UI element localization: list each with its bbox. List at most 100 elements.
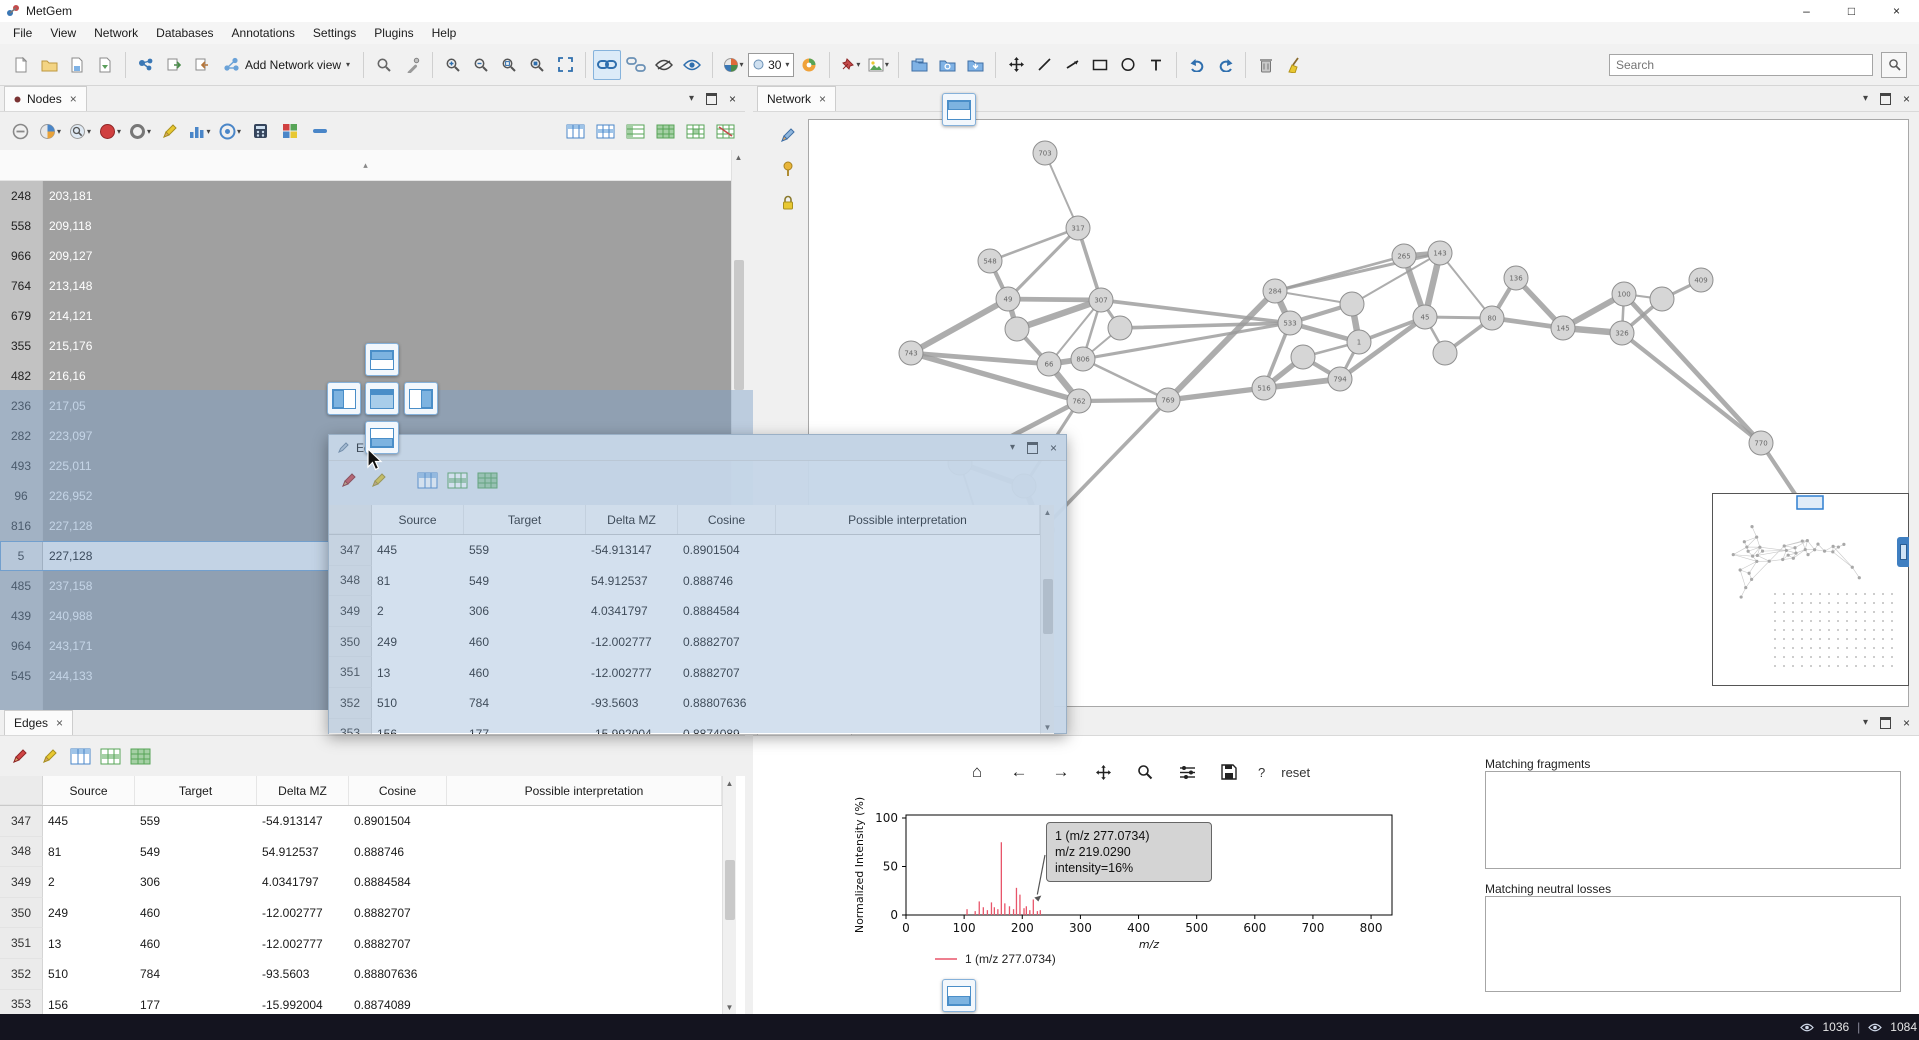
dock-menu-icon[interactable]: ▾ (1010, 442, 1015, 453)
cell-delta[interactable]: -12.002777 (257, 898, 349, 929)
column-header[interactable]: Possible interpretation (776, 505, 1040, 534)
cell-num[interactable]: 348 (329, 566, 372, 597)
plot-column-button[interactable]: ▾ (188, 118, 212, 144)
cell-interp[interactable] (447, 806, 722, 837)
cell-delta[interactable]: -12.002777 (586, 657, 678, 688)
cell-interp[interactable] (776, 657, 1040, 688)
tab-edges[interactable]: Edges × (4, 710, 73, 735)
table-row[interactable]: 679214,121 (0, 301, 731, 331)
select-table-button[interactable] (128, 743, 152, 769)
column-header[interactable]: Cosine (349, 776, 447, 805)
float-dock-icon[interactable] (1027, 442, 1038, 454)
close-icon[interactable]: × (819, 92, 826, 106)
table-row[interactable]: 353156177-15.9920040.8874089 (0, 990, 722, 1014)
edit-edge-yellow-button[interactable] (38, 743, 62, 769)
show-items-button[interactable] (679, 51, 705, 79)
select-visible-rows-button[interactable] (98, 743, 122, 769)
highlight-nodes-button[interactable]: ▾ (68, 118, 92, 144)
scroll-down-icon[interactable]: ▼ (723, 1000, 737, 1014)
column-header[interactable]: Source (43, 776, 135, 805)
row-header[interactable]: 482 (0, 361, 43, 391)
cell-source[interactable]: 156 (372, 719, 464, 734)
cell-mz[interactable]: 213,148 (43, 271, 731, 301)
select-all-rows-button[interactable] (415, 467, 439, 493)
table-row[interactable]: 347445559-54.9131470.8901504 (329, 535, 1040, 566)
graph-node[interactable] (1340, 292, 1364, 316)
draw-text-button[interactable] (1143, 51, 1169, 79)
matching-losses-box[interactable] (1485, 896, 1901, 992)
zoom-reset-button[interactable] (496, 51, 522, 79)
cell-num[interactable]: 352 (0, 959, 43, 990)
cell-num[interactable]: 350 (0, 898, 43, 929)
invert-selection-button[interactable] (683, 118, 707, 144)
hide-items-button[interactable] (651, 51, 677, 79)
scrollbar-thumb[interactable] (734, 260, 744, 390)
dock-indicator-left[interactable] (327, 382, 361, 415)
close-icon[interactable]: × (1903, 716, 1910, 730)
row-header[interactable]: 558 (0, 211, 43, 241)
cell-source[interactable]: 81 (372, 566, 464, 597)
column-header[interactable]: Possible interpretation (447, 776, 722, 805)
close-icon[interactable]: × (70, 92, 77, 106)
table-row[interactable]: 966209,127 (0, 241, 731, 271)
cell-target[interactable]: 306 (135, 867, 257, 898)
graph-node[interactable] (1005, 317, 1029, 341)
float-dock-icon[interactable] (1880, 717, 1891, 729)
graph-edge[interactable] (1624, 294, 1761, 443)
floating-edges-dock[interactable]: Edges ▾ × SourceTargetDelta MZCosinePoss… (328, 434, 1067, 734)
cell-source[interactable]: 13 (372, 657, 464, 688)
cell-source[interactable]: 156 (43, 990, 135, 1014)
table-row[interactable]: 35113460-12.0027770.8882707 (329, 657, 1040, 688)
cell-target[interactable]: 460 (135, 898, 257, 929)
dock-menu-icon[interactable]: ▾ (1863, 717, 1868, 728)
select-all-rows-button[interactable] (68, 743, 92, 769)
formula-button[interactable] (248, 118, 272, 144)
dock-indicator-right[interactable] (404, 382, 438, 415)
delete-button[interactable] (1253, 51, 1279, 79)
cell-target[interactable]: 460 (464, 627, 586, 658)
cell-target[interactable]: 784 (464, 688, 586, 719)
cell-num[interactable]: 352 (329, 688, 372, 719)
add-network-view-button[interactable]: Add Network view ▾ (217, 51, 356, 79)
pie-chart-mapping-button[interactable]: ▾ (38, 118, 62, 144)
column-header[interactable]: Source (372, 505, 464, 534)
graph-edge[interactable] (1008, 228, 1078, 299)
table-row[interactable]: 350249460-12.0027770.8882707 (329, 627, 1040, 658)
cell-cosine[interactable]: 0.8882707 (349, 898, 447, 929)
fit-view-button[interactable] (552, 51, 578, 79)
draw-arrow-button[interactable] (1059, 51, 1085, 79)
menu-plugins[interactable]: Plugins (365, 24, 422, 42)
matching-fragments-box[interactable] (1485, 771, 1901, 869)
cell-interp[interactable] (776, 688, 1040, 719)
reset-button[interactable]: reset (1281, 759, 1310, 785)
cell-delta[interactable]: -54.913147 (586, 535, 678, 566)
table-row[interactable]: 353156177-15.9920040.8874089 (329, 719, 1040, 734)
menu-databases[interactable]: Databases (147, 24, 222, 42)
cell-num[interactable]: 348 (0, 837, 43, 868)
cluster-button[interactable]: ▾ (218, 118, 242, 144)
float-dock-icon[interactable] (1880, 93, 1891, 105)
close-icon[interactable]: × (56, 716, 63, 730)
column-header[interactable]: Target (135, 776, 257, 805)
cell-target[interactable]: 177 (464, 719, 586, 734)
import-group-mappings-button[interactable] (189, 51, 215, 79)
cell-delta[interactable]: 4.0341797 (586, 596, 678, 627)
cell-num[interactable]: 351 (329, 657, 372, 688)
edges-table[interactable]: SourceTargetDelta MZCosinePossible inter… (329, 505, 1040, 734)
cell-cosine[interactable]: 0.88807636 (349, 959, 447, 990)
import-metadata-button[interactable] (161, 51, 187, 79)
cell-num[interactable]: 349 (0, 867, 43, 898)
edit-edge-red-button[interactable] (337, 467, 361, 493)
size-nodes-button[interactable]: ▾ (128, 118, 152, 144)
select-all-rows-button[interactable] (563, 118, 587, 144)
save-figure-button[interactable] (1216, 759, 1242, 785)
redo-button[interactable] (1212, 51, 1238, 79)
open-project-button[interactable] (36, 51, 62, 79)
table-row[interactable]: 3488154954.9125370.888746 (0, 837, 722, 868)
column-header[interactable]: Cosine (678, 505, 776, 534)
row-header[interactable]: 355 (0, 331, 43, 361)
column-header[interactable]: Delta MZ (257, 776, 349, 805)
cell-mz[interactable]: 214,121 (43, 301, 731, 331)
cell-interp[interactable] (447, 959, 722, 990)
cell-interp[interactable] (447, 867, 722, 898)
